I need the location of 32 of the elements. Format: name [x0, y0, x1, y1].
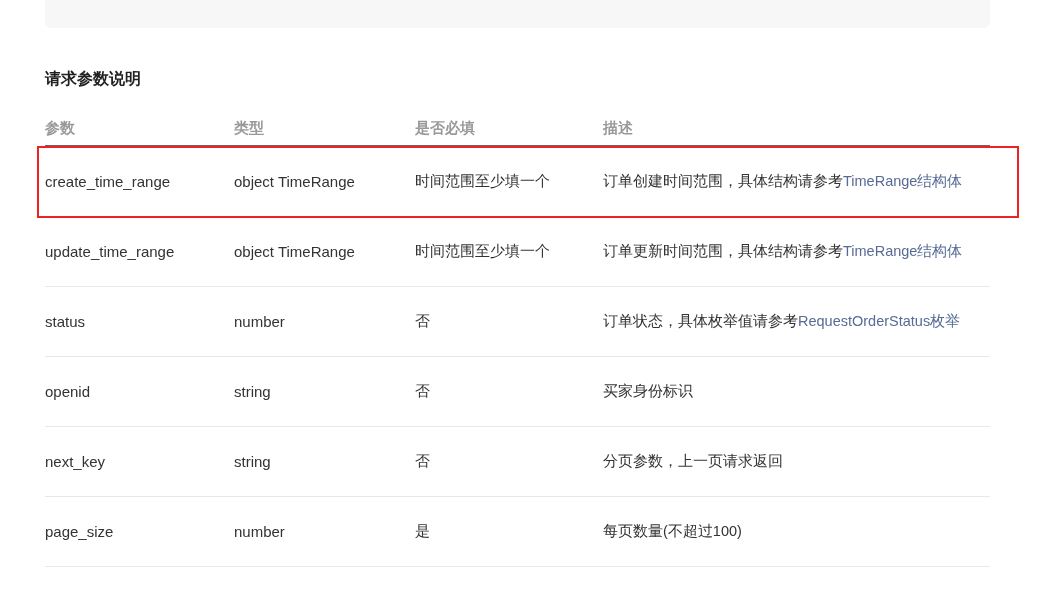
column-header: 描述 — [603, 118, 634, 138]
table-cell-text: 是 — [415, 522, 431, 541]
table-cell-text: 否 — [415, 382, 431, 401]
table-cell-text: string — [234, 383, 272, 400]
table-cell-text: update_time_range — [45, 243, 176, 260]
column-header: 是否必填 — [415, 118, 476, 138]
table-cell-text: 买家身份标识 — [603, 382, 694, 401]
section-title: 请求参数说明 — [45, 69, 142, 89]
table-cell-text: create_time_range — [45, 173, 172, 190]
table-cell-text: status — [45, 313, 87, 330]
column-header: 类型 — [234, 118, 265, 138]
table-cell-text: openid — [45, 383, 92, 400]
column-header: 参数 — [45, 118, 76, 138]
table-cell-text: number — [234, 523, 286, 540]
table-cell-text: 否 — [415, 452, 431, 471]
table-cell-text: 每页数量(不超过100) — [603, 522, 743, 541]
table-cell-text: next_key — [45, 453, 107, 470]
table-cell-text: 订单更新时间范围，具体结构请参考TimeRange结构体 — [603, 242, 964, 261]
table-cell-text: 分页参数，上一页请求返回 — [603, 452, 784, 471]
table-cell-text: 否 — [415, 312, 431, 331]
reference-link[interactable]: TimeRange结构体 — [843, 173, 963, 189]
table-cell-text: string — [234, 453, 272, 470]
reference-link[interactable]: RequestOrderStatus枚举 — [798, 313, 961, 329]
table-cell-text: 订单状态，具体枚举值请参考RequestOrderStatus枚举 — [603, 312, 962, 331]
table-cell-text: 时间范围至少填一个 — [415, 172, 551, 191]
table-cell-text: 订单创建时间范围，具体结构请参考TimeRange结构体 — [603, 172, 964, 191]
reference-link[interactable]: TimeRange结构体 — [843, 243, 963, 259]
table-cell-text: number — [234, 313, 286, 330]
table-cell-text: page_size — [45, 523, 115, 540]
table-cell-text: object TimeRange — [234, 173, 356, 190]
table-cell-text: object TimeRange — [234, 243, 356, 260]
table-cell-text: 时间范围至少填一个 — [415, 242, 551, 261]
